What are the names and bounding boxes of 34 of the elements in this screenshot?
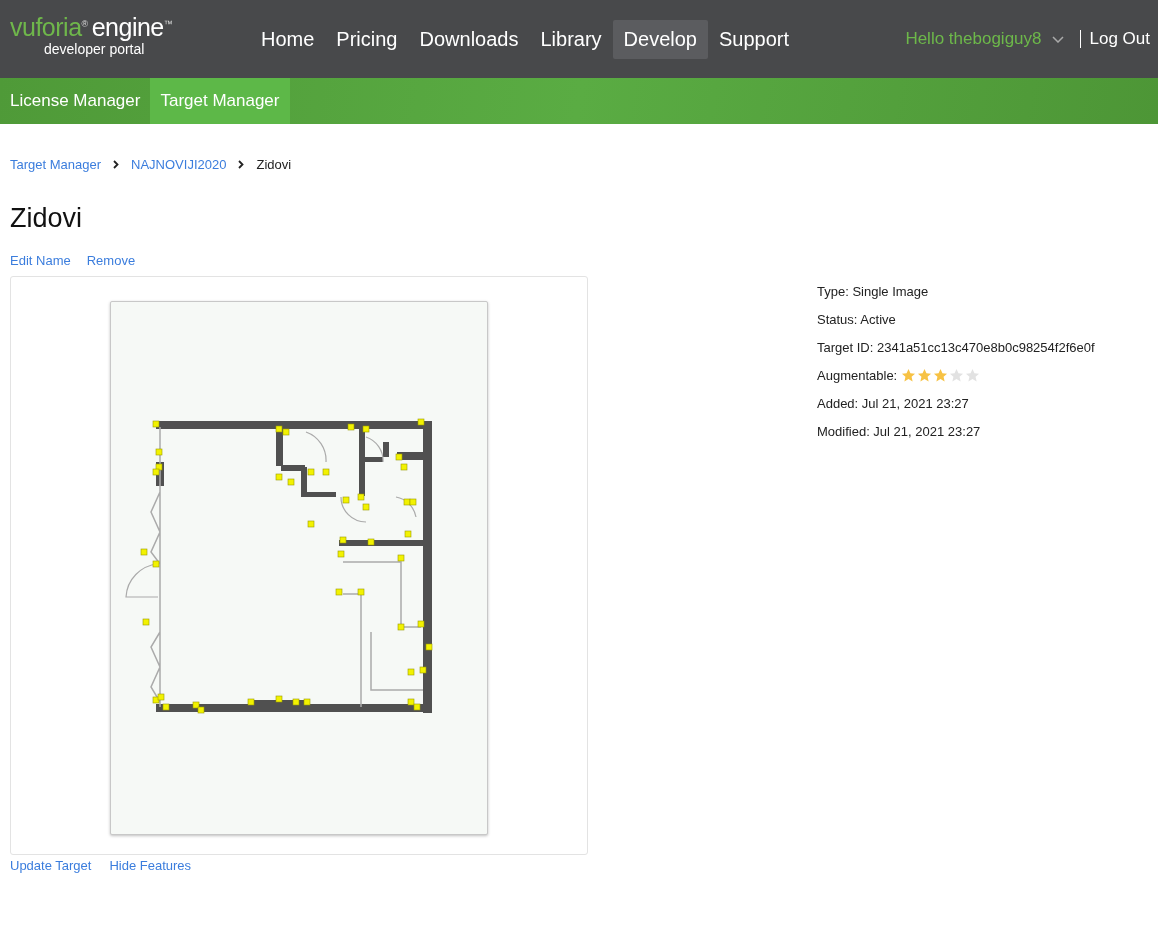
star-icon (949, 367, 965, 383)
detail-text: Type: Single Image (817, 283, 929, 299)
nav-tab[interactable]: Library (529, 19, 613, 59)
user-menu[interactable]: Hello thebogiguy8 (905, 29, 1042, 49)
breadcrumb-link[interactable]: Target Manager (10, 156, 102, 172)
star-icon (965, 367, 981, 383)
detail-text: Augmentable: (817, 367, 898, 383)
action-link[interactable]: Update Target (10, 858, 92, 873)
logo-tagline: developer portal (44, 40, 145, 57)
detail-text: Added: Jul 21, 2021 23:27 (817, 395, 969, 411)
subnav-tab[interactable]: License Manager (0, 78, 151, 124)
nav-tab[interactable]: Home (250, 19, 326, 59)
action-link[interactable]: Hide Features (109, 858, 192, 873)
star-icon (933, 367, 949, 383)
logout-link[interactable]: Log Out (1089, 29, 1150, 49)
chevron-right-icon (113, 159, 120, 169)
nav-tab[interactable]: Develop (612, 19, 708, 59)
subnav-tab[interactable]: Target Manager (150, 78, 290, 124)
action-link[interactable]: Remove (86, 253, 136, 268)
chevron-down-icon[interactable] (1051, 35, 1064, 43)
nav-tab[interactable]: Support (708, 19, 801, 59)
star-icon (917, 367, 933, 383)
detail-text: Target ID: 2341a51cc13c470e8b0c98254f2f6e0f (817, 339, 1095, 355)
star-icon (901, 367, 917, 383)
detail-text: Status: Active (817, 311, 896, 327)
logo-brand: vuforia$^{®}$ (10, 12, 88, 41)
nav-tab[interactable]: Downloads (408, 19, 530, 59)
action-link[interactable]: Edit Name (10, 253, 71, 268)
chevron-right-icon (238, 159, 245, 169)
nav-tab[interactable]: Pricing (325, 19, 409, 59)
page-title: Zidovi (10, 202, 84, 235)
detail-text: Modified: Jul 21, 2021 23:27 (817, 423, 981, 439)
breadcrumb-link[interactable]: NAJNOVIJI2020 (131, 156, 227, 172)
breadcrumb-current: Zidovi (256, 156, 292, 172)
